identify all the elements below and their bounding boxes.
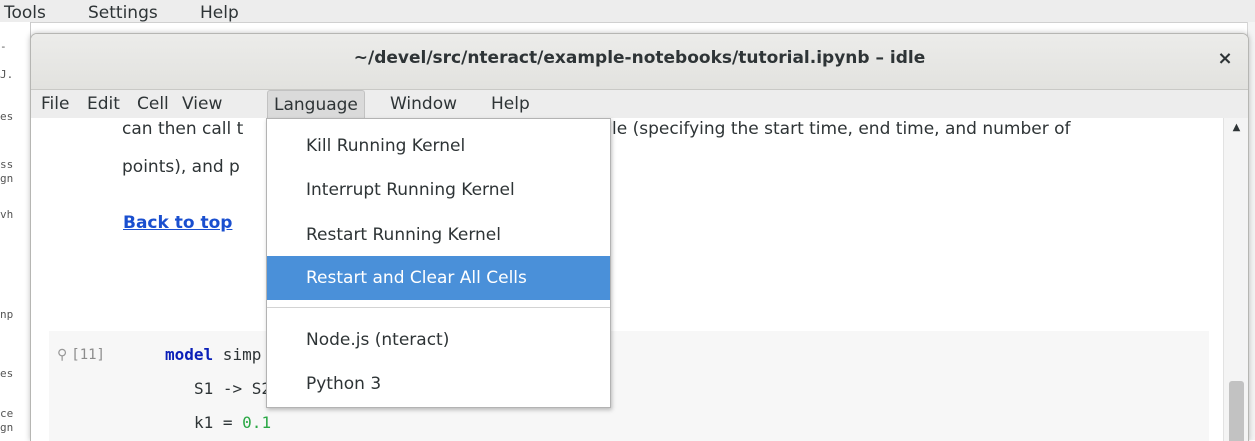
menu-item-restart-clear-all[interactable]: Restart and Clear All Cells [267, 256, 610, 300]
menu-item-interrupt-kernel[interactable]: Interrupt Running Kernel [267, 168, 610, 212]
menu-window[interactable]: Window [384, 90, 463, 118]
bg-fragment: gn [0, 421, 14, 434]
code-line: S1 -> S2 [194, 379, 272, 398]
bg-fragment: - [0, 40, 7, 53]
bg-fragment: es [0, 110, 14, 123]
menu-item-kernel-python3[interactable]: Python 3 [267, 362, 610, 406]
markdown-text-line: points), and p [122, 157, 240, 177]
code-text: k1 = [194, 413, 243, 432]
background-text-strip: - J. es ss gn vh np es ce gn [0, 22, 31, 440]
bg-fragment: ss [0, 158, 14, 171]
menu-separator [267, 307, 610, 308]
menu-item-restart-kernel[interactable]: Restart Running Kernel [267, 213, 610, 257]
title-bar[interactable]: ~/devel/src/nteract/example-notebooks/tu… [31, 34, 1248, 90]
bg-fragment: ce [0, 407, 14, 420]
code-text: simp [213, 345, 262, 364]
menu-item-kernel-nodejs[interactable]: Node.js (nteract) [267, 318, 610, 362]
menu-view[interactable]: View [176, 90, 228, 118]
close-icon: × [1217, 48, 1233, 69]
bg-menu-settings[interactable]: Settings [88, 3, 158, 23]
code-line: k1 = 0.1 [194, 413, 271, 432]
menu-cell[interactable]: Cell [131, 90, 175, 118]
bg-fragment: es [0, 367, 14, 380]
bg-fragment: vh [0, 208, 14, 221]
pin-icon[interactable]: ⚲ [57, 347, 67, 363]
markdown-text-line: can then call t [122, 119, 244, 139]
menu-item-kill-kernel[interactable]: Kill Running Kernel [267, 124, 610, 168]
app-menubar: File Edit Cell View Language Window Help [31, 90, 1248, 118]
execution-count: [11] [71, 347, 105, 363]
code-number: 0.1 [242, 413, 272, 432]
markdown-text-line-right: le (specifying the start time, end time,… [612, 119, 1071, 139]
bg-fragment: np [0, 308, 14, 321]
cell-prompt: ⚲ [11] [57, 347, 105, 363]
language-dropdown-menu: Kill Running Kernel Interrupt Running Ke… [266, 118, 611, 408]
code-line: model simp [165, 345, 261, 364]
bg-fragment: J. [0, 68, 14, 81]
background-menubar: Tools Settings Help [0, 0, 1255, 23]
code-cell[interactable]: ⚲ [11] model simp S1 -> S2 k1 = 0.1 [49, 331, 1209, 441]
code-keyword: model [165, 345, 214, 364]
window-title: ~/devel/src/nteract/example-notebooks/tu… [353, 48, 926, 68]
menu-language[interactable]: Language [267, 90, 365, 118]
menu-file[interactable]: File [35, 90, 75, 118]
menu-help[interactable]: Help [485, 90, 536, 118]
bg-menu-tools[interactable]: Tools [4, 3, 46, 23]
notebook-window: ~/devel/src/nteract/example-notebooks/tu… [30, 33, 1249, 441]
scroll-up-arrow-icon[interactable]: ▲ [1224, 122, 1248, 138]
back-to-top-link[interactable]: Back to top [123, 213, 232, 233]
bg-menu-help[interactable]: Help [200, 3, 239, 23]
scrollbar-thumb[interactable] [1229, 381, 1244, 441]
bg-fragment: gn [0, 172, 14, 185]
menu-edit[interactable]: Edit [81, 90, 126, 118]
notebook-content: can then call t le (specifying the start… [31, 118, 1223, 441]
vertical-scrollbar[interactable]: ▲ [1223, 118, 1248, 441]
close-button[interactable]: × [1210, 44, 1240, 74]
